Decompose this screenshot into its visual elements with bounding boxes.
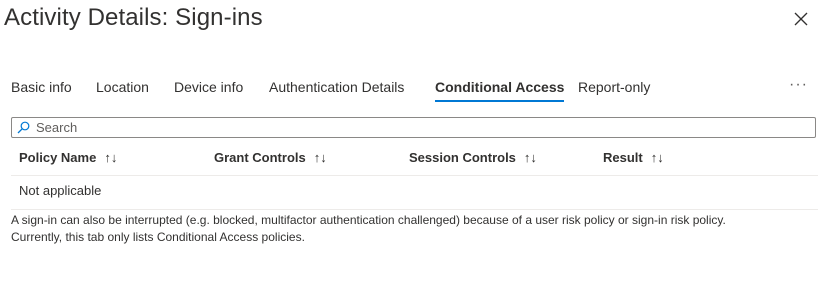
tab-report-only[interactable]: Report-only	[578, 78, 650, 104]
more-icon[interactable]: ···	[789, 76, 808, 94]
tab-label: Location	[96, 79, 149, 95]
policy-table: Policy Name ↑↓ Grant Controls ↑↓ Session C…	[11, 140, 818, 210]
search-input[interactable]	[34, 118, 808, 137]
sort-icon[interactable]: ↑↓	[104, 150, 117, 165]
tab-label: Device info	[174, 79, 244, 95]
tab-location[interactable]: Location	[96, 78, 149, 104]
tab-label: Conditional Access	[435, 79, 565, 95]
info-note-line: Currently, this tab only lists Condition…	[11, 230, 305, 244]
sort-icon[interactable]: ↑↓	[524, 150, 537, 165]
tab-basic-info[interactable]: Basic info	[11, 78, 72, 104]
table-row: Not applicable	[11, 176, 818, 210]
tab-device-info[interactable]: Device info	[174, 78, 243, 104]
close-icon	[794, 12, 808, 26]
column-header-result[interactable]: Result ↑↓	[603, 150, 664, 165]
tab-bar: Basic info Location Device info Authenti…	[11, 78, 811, 106]
tab-conditional-access[interactable]: Conditional Access	[435, 78, 565, 104]
info-note: A sign-in can also be interrupted (e.g. …	[11, 212, 811, 246]
column-header-session-controls[interactable]: Session Controls ↑↓	[409, 150, 537, 165]
panel-title: Activity Details: Sign-ins	[4, 4, 263, 31]
search-box[interactable]	[11, 117, 816, 138]
tab-label: Report-only	[578, 79, 651, 95]
tab-label: Basic info	[11, 79, 72, 95]
column-header-grant-controls[interactable]: Grant Controls ↑↓	[214, 150, 327, 165]
table-cell: Not applicable	[19, 183, 102, 198]
active-tab-indicator	[435, 100, 565, 102]
activity-details-panel: Activity Details: Sign-ins Basic info Lo…	[0, 0, 821, 284]
column-label: Grant Controls	[214, 150, 306, 165]
info-note-line: A sign-in can also be interrupted (e.g. …	[11, 213, 726, 227]
column-label: Result	[603, 150, 643, 165]
column-label: Session Controls	[409, 150, 516, 165]
table-header: Policy Name ↑↓ Grant Controls ↑↓ Session C…	[11, 140, 818, 176]
tab-authentication-details[interactable]: Authentication Details	[269, 78, 404, 104]
sort-icon[interactable]: ↑↓	[314, 150, 327, 165]
column-label: Policy Name	[19, 150, 97, 165]
close-button[interactable]	[792, 10, 810, 28]
tab-label: Authentication Details	[269, 79, 405, 95]
search-icon	[17, 121, 30, 134]
sort-icon[interactable]: ↑↓	[651, 150, 664, 165]
column-header-policy-name[interactable]: Policy Name ↑↓	[19, 150, 117, 165]
